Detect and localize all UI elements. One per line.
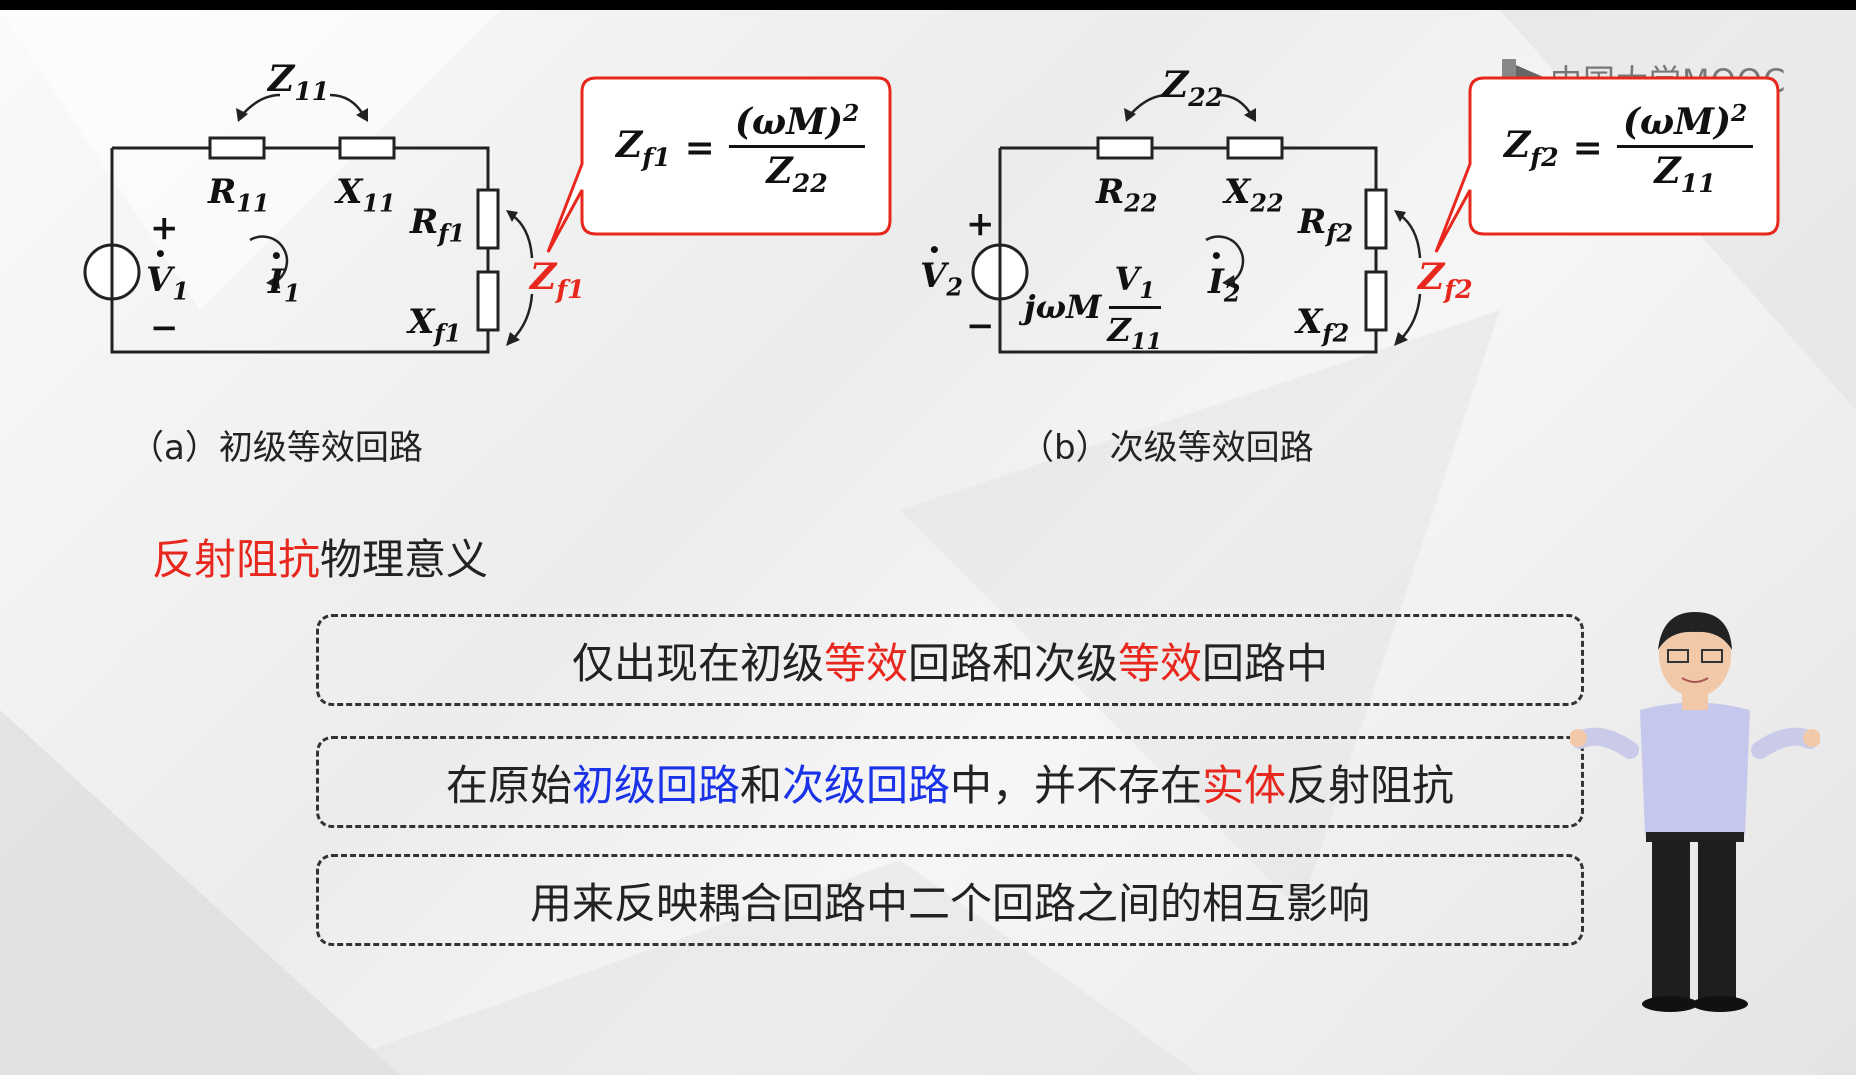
point-2-segment: 中，并不存在 <box>950 760 1203 810</box>
controlled-source-label: jωM V1 Z11 <box>1024 260 1162 355</box>
point-2-segment: 次级回路 <box>781 760 950 810</box>
point-2-segment: 和 <box>739 760 782 810</box>
v2-label: V • 2 <box>920 238 963 302</box>
rf1-label: Rf1 <box>410 202 466 248</box>
point-1-segment: 等效 <box>1118 638 1203 688</box>
z11-label: Z11 <box>268 58 330 106</box>
point-1-segment: 仅出现在初级 <box>571 638 824 688</box>
minus-sign-a: − <box>150 308 179 348</box>
plus-sign-a: + <box>150 208 179 248</box>
presenter-illustration <box>1570 612 1820 1012</box>
point-1-segment: 等效 <box>823 638 908 688</box>
r22-label: R22 <box>1096 172 1158 218</box>
xf2-label: Xf2 <box>1296 302 1350 348</box>
z22-label: Z22 <box>1162 64 1224 112</box>
point-3-segment: 用来反映耦合回路中二个回路之间的相互影响 <box>529 878 1370 928</box>
r11-label: R11 <box>208 172 270 218</box>
point-2-segment: 实体 <box>1202 760 1287 810</box>
plus-sign-b: + <box>966 204 995 244</box>
point-3-text: 用来反映耦合回路中二个回路之间的相互影响 <box>530 870 1370 931</box>
point-1-text: 仅出现在初级等效回路和次级等效回路中 <box>572 630 1328 691</box>
point-1-segment: 回路中 <box>1202 638 1329 688</box>
i1-label: I • 1 <box>268 244 301 308</box>
minus-sign-b: − <box>966 306 995 346</box>
point-1-segment: 回路和次级 <box>907 638 1118 688</box>
i2-label: I • 2 <box>1208 244 1241 308</box>
point-2-segment: 初级回路 <box>571 760 740 810</box>
rf2-label: Rf2 <box>1298 202 1354 248</box>
caption-b: （b）次级等效回路 <box>1020 428 1314 468</box>
point-2-segment: 反射阻抗 <box>1286 760 1455 810</box>
point-2-text: 在原始初级回路和次级回路中，并不存在实体反射阻抗 <box>446 752 1454 813</box>
x11-label: X11 <box>336 172 396 218</box>
v1-label: V • 1 <box>146 242 189 306</box>
point-box-1: 仅出现在初级等效回路和次级等效回路中 <box>316 614 1584 706</box>
point-box-2: 在原始初级回路和次级回路中，并不存在实体反射阻抗 <box>316 736 1584 828</box>
formula-b: Zf2 = (ωM)2 Z11 <box>1504 98 1754 198</box>
point-2-segment: 在原始 <box>445 760 572 810</box>
slide: 中国大学MOOC Z11 R11 X11 Rf1 Xf1 Zf1 V•1 I•1… <box>0 10 1856 1075</box>
section-title: 反射阻抗物理意义 <box>152 535 489 584</box>
xf1-label: Xf1 <box>408 302 462 348</box>
formula-a: Zf1 = (ωM)2 Z22 <box>616 98 866 198</box>
caption-a: （a）初级等效回路 <box>130 428 423 468</box>
point-box-3: 用来反映耦合回路中二个回路之间的相互影响 <box>316 854 1584 946</box>
x22-label: X22 <box>1224 172 1284 218</box>
